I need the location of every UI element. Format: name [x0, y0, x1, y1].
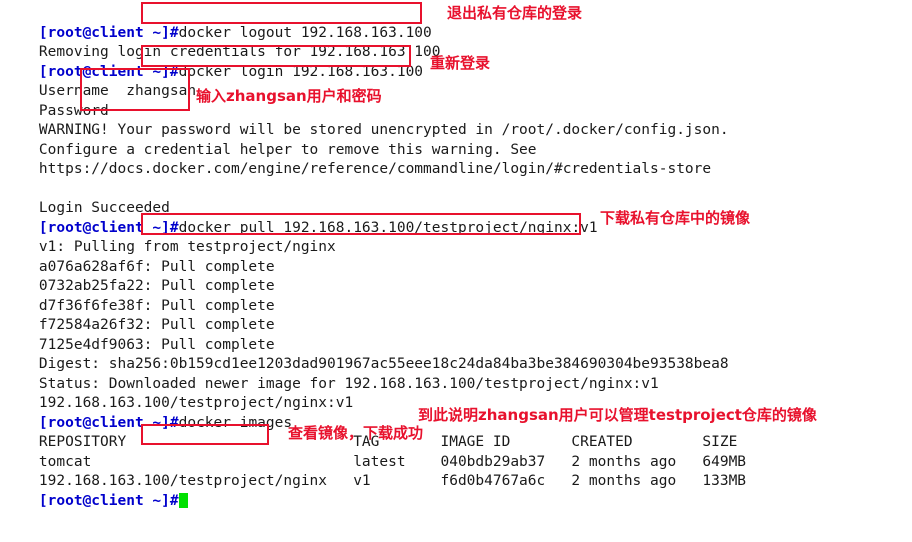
terminal-line: WARNING! Your password will be stored un…	[4, 102, 912, 138]
output-text: a076a628af6f: Pull complete	[38, 258, 275, 275]
output-text: d7f36f6fe38f: Pull complete	[38, 297, 275, 314]
block-cursor	[178, 492, 188, 508]
shell-prompt: [root@client ~]#	[38, 492, 179, 509]
annotation-view-images: 查看镜像，下载成功	[288, 424, 424, 442]
annotation-logout: 退出私有仓库的登录	[447, 4, 583, 22]
output-text: 192.168.163.100/testproject/nginx:v1	[38, 395, 354, 411]
command-text: docker images	[178, 414, 293, 431]
annotation-relogin: 重新登录	[430, 54, 491, 72]
shell-prompt: [root@client ~]#	[38, 414, 179, 431]
output-text: WARNING! Your password will be stored un…	[38, 122, 729, 138]
table-row-tomcat: tomcat latest 040bdb29ab37 2 months ago …	[38, 453, 747, 470]
command-text: docker logout 192.168.163.100	[178, 24, 432, 41]
annotation-pull-image: 下载私有仓库中的镜像	[600, 209, 751, 227]
output-text: Configure a credential helper to remove …	[38, 141, 537, 158]
output-text: https://docs.docker.com/engine/reference…	[38, 161, 712, 177]
status-text: Status: Downloaded newer image for 192.1…	[38, 375, 659, 392]
command-text: docker pull 192.168.163.100/testproject/…	[178, 219, 598, 236]
output-text: 0732ab25fa22: Pull complete	[38, 278, 275, 294]
shell-prompt: [root@client ~]#	[38, 63, 179, 80]
command-text: docker login 192.168.163.100	[178, 63, 424, 80]
shell-prompt: [root@client ~]#	[38, 24, 179, 41]
terminal-window[interactable]: [root@client ~]#docker logout 192.168.16…	[0, 0, 912, 542]
terminal-line: Login Succeeded	[4, 180, 912, 216]
output-text: f72584a26f32: Pull complete	[38, 317, 275, 333]
digest-text: Digest: sha256:0b159cd1ee1203dad901967ac…	[38, 356, 729, 372]
annotation-manage-proof: 到此说明zhangsan用户可以管理testproject仓库的镜像	[418, 406, 817, 424]
output-text: 7125e4df9063: Pull complete	[38, 336, 275, 353]
shell-prompt: [root@client ~]#	[38, 219, 179, 236]
username-prompt-text: Username zhangsan	[38, 83, 197, 99]
password-prompt-text: Password	[38, 102, 109, 119]
output-text: Removing login credentials for 192.168.1…	[38, 44, 441, 60]
output-text: v1: Pulling from testproject/nginx	[38, 239, 336, 255]
output-text: Login Succeeded	[38, 200, 170, 216]
annotation-enter-credentials: 输入zhangsan用户和密码	[196, 87, 382, 105]
table-row-nginx: 192.168.163.100/testproject/nginx v1 f6d…	[38, 473, 747, 489]
